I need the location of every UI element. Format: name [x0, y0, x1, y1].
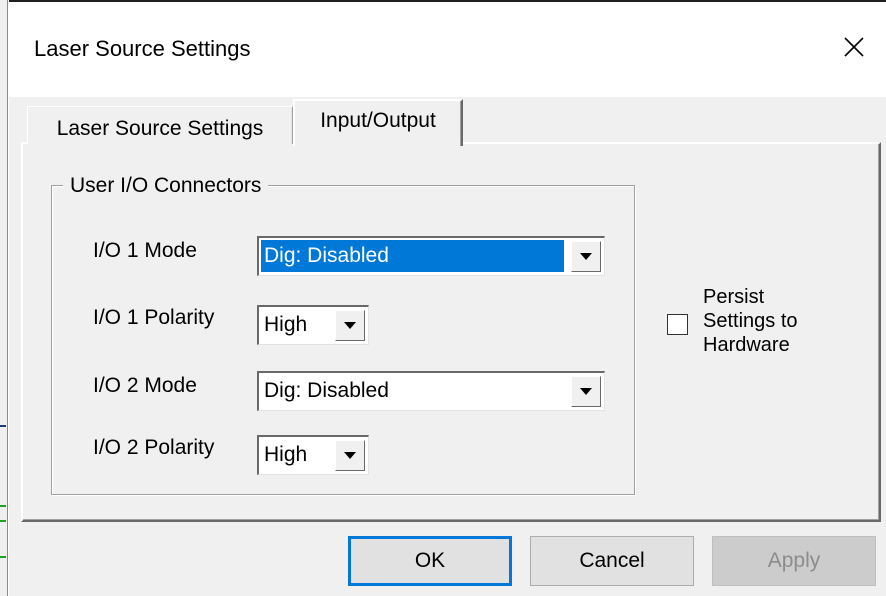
- chevron-down-icon[interactable]: [335, 310, 365, 341]
- edge-mark: [0, 556, 6, 558]
- ok-button[interactable]: OK: [348, 536, 512, 586]
- apply-button-label: Apply: [767, 549, 821, 572]
- io2-polarity-value: High: [264, 443, 308, 466]
- edge-mark: [0, 505, 6, 507]
- chevron-down-icon[interactable]: [571, 241, 601, 272]
- tab-label: Input/Output: [320, 109, 436, 132]
- io1-mode-label: I/O 1 Mode: [93, 239, 197, 262]
- io1-polarity-select[interactable]: High: [257, 305, 369, 345]
- io2-polarity-label: I/O 2 Polarity: [93, 436, 215, 459]
- tab-label: Laser Source Settings: [56, 117, 264, 140]
- title-bar: Laser Source Settings: [9, 2, 886, 97]
- persist-settings-checkbox[interactable]: [667, 314, 688, 335]
- io2-polarity-select[interactable]: High: [257, 435, 369, 475]
- close-icon: [844, 37, 864, 57]
- tab-input-output[interactable]: Input/Output: [293, 99, 463, 146]
- io1-mode-value: Dig: Disabled: [261, 240, 564, 272]
- persist-label-line: Persist: [703, 286, 765, 308]
- window-title: Laser Source Settings: [34, 36, 251, 61]
- chevron-down-icon[interactable]: [571, 376, 601, 407]
- cancel-button[interactable]: Cancel: [530, 536, 694, 586]
- tab-laser-source-settings[interactable]: Laser Source Settings: [27, 106, 293, 144]
- persist-label-line: Settings to: [703, 310, 798, 332]
- settings-dialog: Laser Source Settings Laser Source Setti…: [9, 0, 886, 596]
- io1-polarity-value: High: [264, 313, 308, 336]
- apply-button[interactable]: Apply: [712, 536, 876, 586]
- group-legend: User I/O Connectors: [63, 174, 269, 198]
- edge-mark: [0, 425, 6, 427]
- persist-label-line: Hardware: [703, 334, 790, 356]
- io1-mode-select[interactable]: Dig: Disabled: [257, 236, 605, 276]
- ok-button-label: OK: [414, 549, 446, 572]
- io2-mode-value: Dig: Disabled: [264, 379, 389, 402]
- screen: Laser Source Settings Laser Source Setti…: [0, 0, 886, 596]
- background-window-edge: [0, 0, 8, 596]
- close-button[interactable]: [829, 22, 879, 72]
- cancel-button-label: Cancel: [579, 549, 645, 572]
- io2-mode-label: I/O 2 Mode: [93, 374, 197, 397]
- persist-settings-label[interactable]: Persist Settings to Hardware: [703, 285, 843, 357]
- chevron-down-icon[interactable]: [335, 440, 365, 471]
- io2-mode-select[interactable]: Dig: Disabled: [257, 371, 605, 411]
- edge-mark: [0, 520, 6, 522]
- io1-polarity-label: I/O 1 Polarity: [93, 306, 215, 329]
